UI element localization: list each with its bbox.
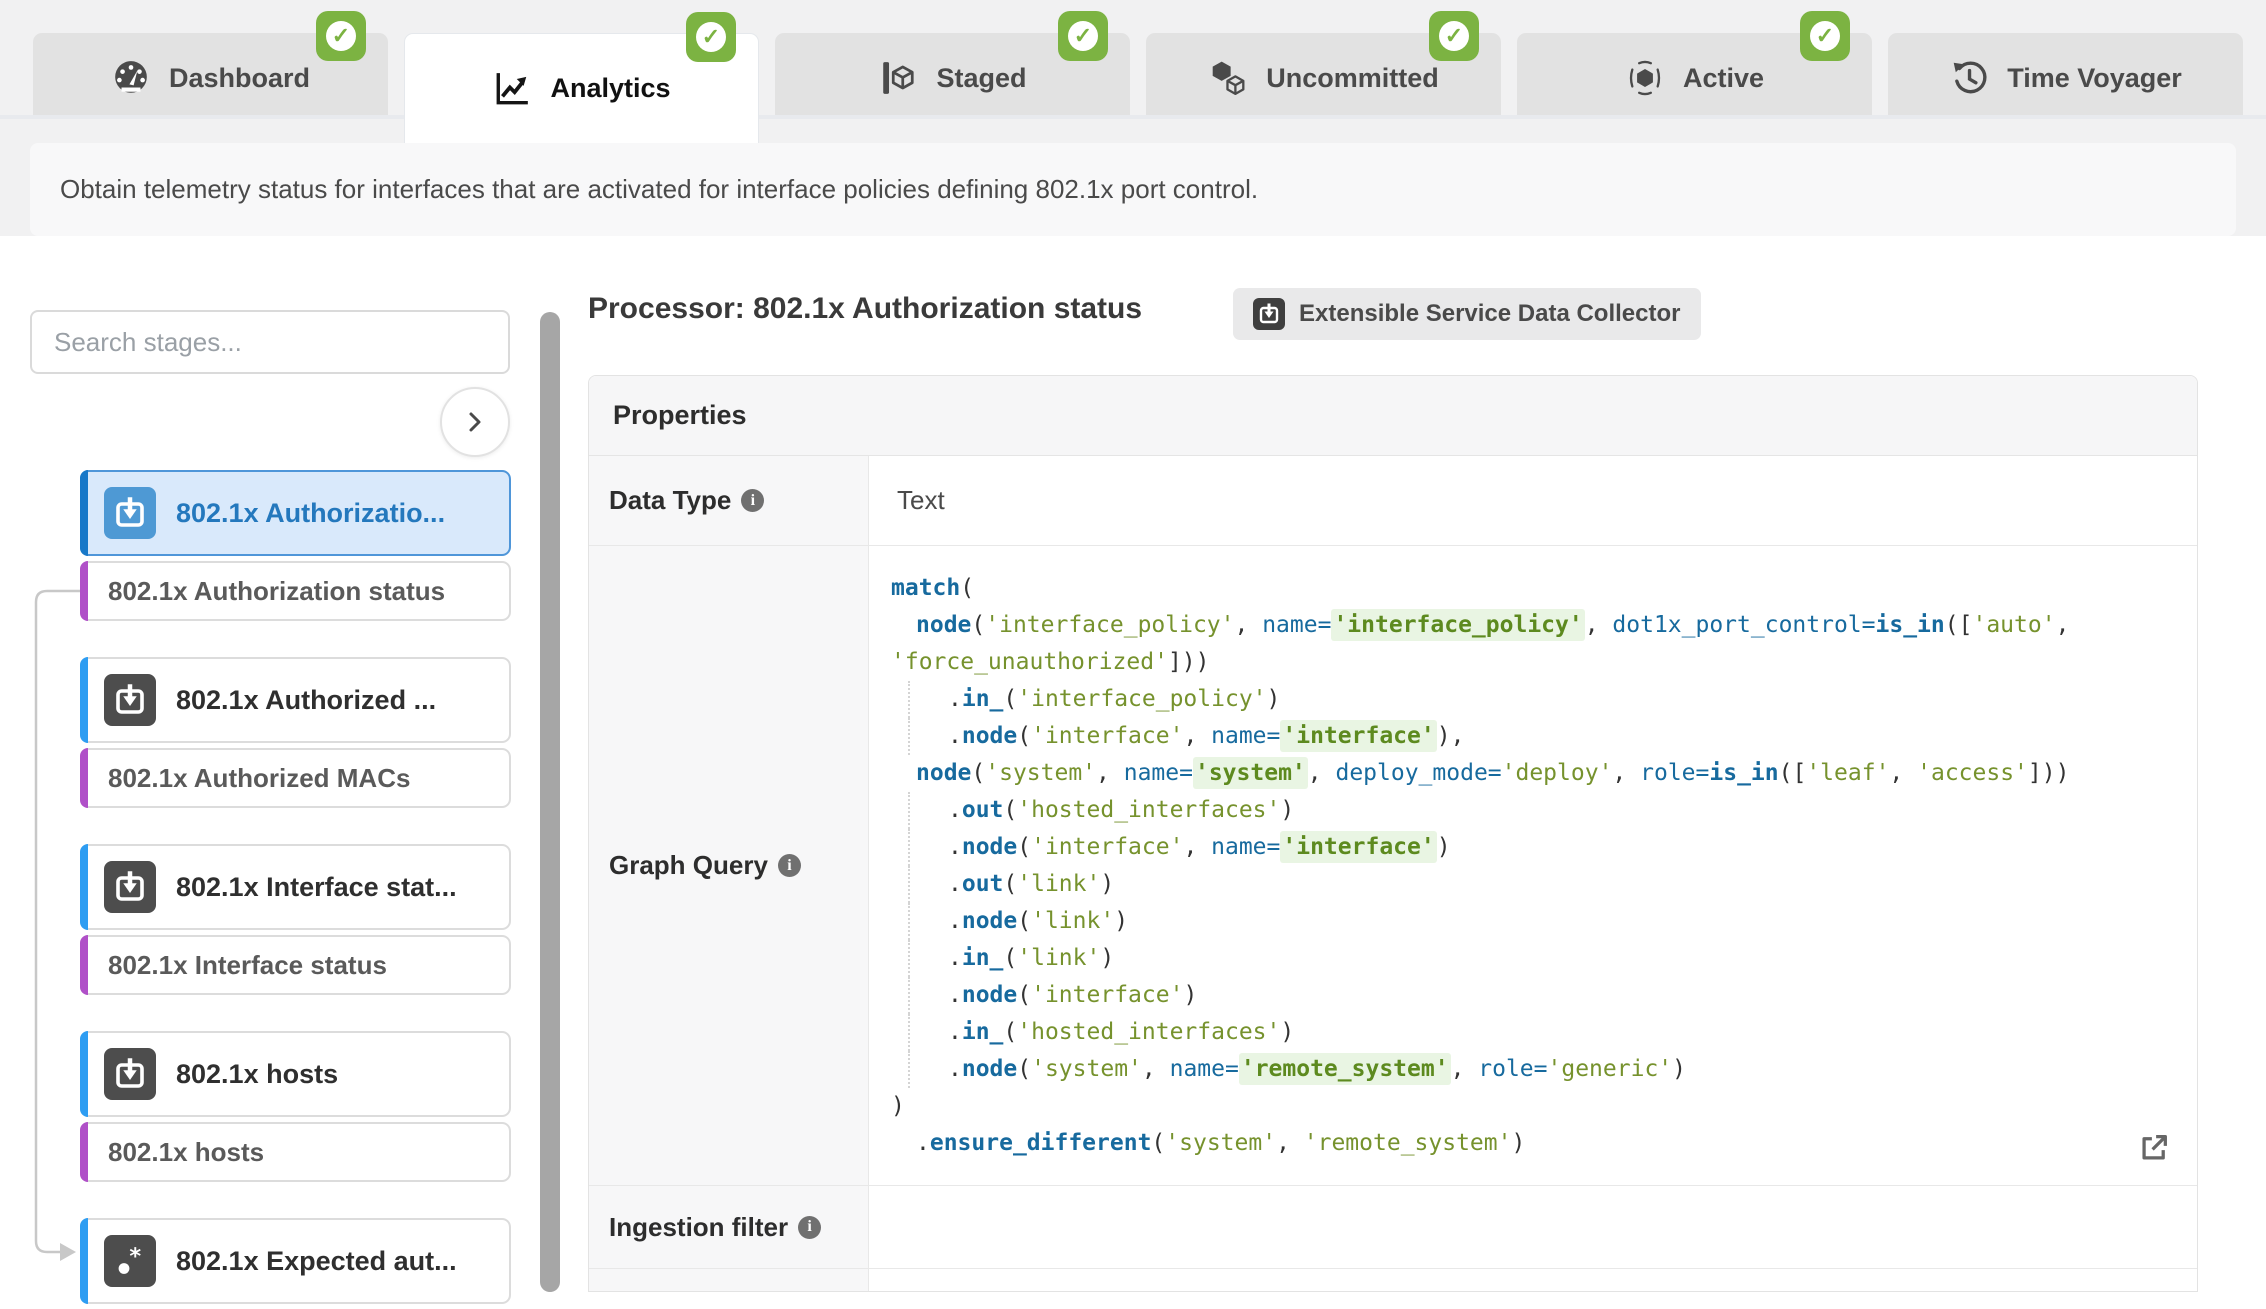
data-type-label: Data Type i — [589, 456, 869, 545]
stage-label: 802.1x hosts — [108, 1137, 264, 1168]
processor-card-802-1x-expected-aut[interactable]: * 802.1x Expected aut... — [80, 1218, 511, 1304]
collector-icon — [104, 487, 156, 539]
uncommitted-icon — [1208, 58, 1248, 98]
code-line: 'force_unauthorized'])) — [891, 644, 2169, 681]
code-line: .ensure_different('system', 'remote_syst… — [891, 1125, 2169, 1162]
data-type-value: Text — [869, 456, 2197, 545]
code-line: node('system', name='system', deploy_mod… — [891, 755, 2169, 792]
info-icon[interactable]: i — [778, 854, 801, 877]
committed-check-badge: ✓ — [1429, 11, 1479, 61]
code-line: .out('link') — [891, 866, 2169, 903]
code-line: .node('link') — [891, 903, 2169, 940]
code-line: .node('system', name='remote_system', ro… — [891, 1051, 2169, 1088]
code-line: .in_('interface_policy') — [891, 681, 2169, 718]
info-icon[interactable]: i — [741, 489, 764, 512]
tab-label: Dashboard — [169, 63, 310, 94]
tab-analytics[interactable]: Analytics✓ — [404, 33, 759, 143]
committed-check-badge: ✓ — [686, 12, 736, 62]
time-voyager-icon — [1949, 58, 1989, 98]
stage-label: 802.1x Authorized MACs — [108, 763, 410, 794]
stage-card-802-1x-interface-status[interactable]: 802.1x Interface status — [80, 935, 511, 995]
stage-label: 802.1x Interface status — [108, 950, 387, 981]
code-line: ) — [891, 1088, 2169, 1125]
code-line: .in_('link') — [891, 940, 2169, 977]
tab-uncommitted[interactable]: Uncommitted✓ — [1146, 33, 1501, 115]
code-line: .node('interface', name='interface') — [891, 829, 2169, 866]
tab-bar: Dashboard✓Analytics✓Staged✓Uncommitted✓A… — [33, 33, 2243, 143]
committed-check-badge: ✓ — [1800, 11, 1850, 61]
code-line: .node('interface', name='interface'), — [891, 718, 2169, 755]
next-row-partial — [589, 1269, 2197, 1292]
committed-check-badge: ✓ — [1058, 11, 1108, 61]
processor-card-802-1x-authorizatio[interactable]: 802.1x Authorizatio... — [80, 470, 511, 556]
chevron-right-icon — [464, 411, 486, 433]
ingestion-filter-label: Ingestion filter i — [589, 1186, 869, 1268]
processor-label: 802.1x Authorized ... — [176, 685, 436, 716]
processor-card-802-1x-authorized[interactable]: 802.1x Authorized ... — [80, 657, 511, 743]
stage-card-802-1x-authorized-macs[interactable]: 802.1x Authorized MACs — [80, 748, 511, 808]
properties-header: Properties — [589, 376, 2197, 456]
sidebar-scrollbar[interactable] — [540, 312, 560, 1292]
collapse-sidebar-button[interactable] — [440, 387, 510, 457]
tab-label: Active — [1683, 63, 1764, 94]
properties-panel: Properties Data Type i Text Graph Query … — [588, 375, 2198, 1292]
svg-text:*: * — [129, 1243, 141, 1269]
graph-query-row: Graph Query i match(node('interface_poli… — [589, 546, 2197, 1186]
graph-query-label: Graph Query i — [589, 546, 869, 1185]
analytics-icon — [492, 69, 532, 109]
processor-label: 802.1x Expected aut... — [176, 1246, 457, 1277]
stage-list: 802.1x Authorizatio... 802.1x Authorizati… — [80, 470, 511, 1309]
processor-card-802-1x-hosts[interactable]: 802.1x hosts — [80, 1031, 511, 1117]
stage-label: 802.1x Authorization status — [108, 576, 445, 607]
code-line: .node('interface') — [891, 977, 2169, 1014]
active-icon — [1625, 58, 1665, 98]
tab-active[interactable]: Active✓ — [1517, 33, 1872, 115]
processor-label: 802.1x hosts — [176, 1059, 338, 1090]
dashboard-icon — [111, 58, 151, 98]
code-line: node('interface_policy', name='interface… — [891, 607, 2169, 644]
tab-label: Time Voyager — [2007, 63, 2182, 94]
collector-icon — [104, 674, 156, 726]
staged-icon — [878, 58, 918, 98]
processor-label: 802.1x Interface stat... — [176, 872, 457, 903]
description-text: Obtain telemetry status for interfaces t… — [30, 174, 1258, 205]
collector-icon — [1253, 298, 1285, 330]
processor-card-802-1x-interface-stat[interactable]: 802.1x Interface stat... — [80, 844, 511, 930]
data-type-row: Data Type i Text — [589, 456, 2197, 546]
page-title: Processor: 802.1x Authorization status — [588, 292, 1142, 326]
graph-query-value: match(node('interface_policy', name='int… — [869, 546, 2197, 1185]
info-icon[interactable]: i — [798, 1216, 821, 1239]
stage-card-802-1x-hosts[interactable]: 802.1x hosts — [80, 1122, 511, 1182]
tab-label: Staged — [936, 63, 1026, 94]
description-banner: Obtain telemetry status for interfaces t… — [30, 143, 2236, 236]
tab-label: Analytics — [550, 73, 670, 104]
processor-type-label: Extensible Service Data Collector — [1299, 300, 1681, 328]
expand-query-icon[interactable] — [2137, 1131, 2171, 1165]
processor-type-badge: Extensible Service Data Collector — [1233, 288, 1701, 340]
graph-query-code: match(node('interface_policy', name='int… — [891, 570, 2169, 1162]
ingestion-filter-row: Ingestion filter i — [589, 1186, 2197, 1269]
collector-icon — [104, 1048, 156, 1100]
stage-card-802-1x-authorization-status[interactable]: 802.1x Authorization status — [80, 561, 511, 621]
tab-label: Uncommitted — [1266, 63, 1439, 94]
code-line: match( — [891, 570, 2169, 607]
tab-staged[interactable]: Staged✓ — [775, 33, 1130, 115]
collector-icon — [104, 861, 156, 913]
process-icon: * — [104, 1235, 156, 1287]
ingestion-filter-value — [869, 1186, 2197, 1268]
tab-time-voyager[interactable]: Time Voyager — [1888, 33, 2243, 115]
processor-label: 802.1x Authorizatio... — [176, 498, 445, 529]
tab-dashboard[interactable]: Dashboard✓ — [33, 33, 388, 115]
code-line: .in_('hosted_interfaces') — [891, 1014, 2169, 1051]
search-input[interactable] — [30, 310, 510, 374]
committed-check-badge: ✓ — [316, 11, 366, 61]
code-line: .out('hosted_interfaces') — [891, 792, 2169, 829]
